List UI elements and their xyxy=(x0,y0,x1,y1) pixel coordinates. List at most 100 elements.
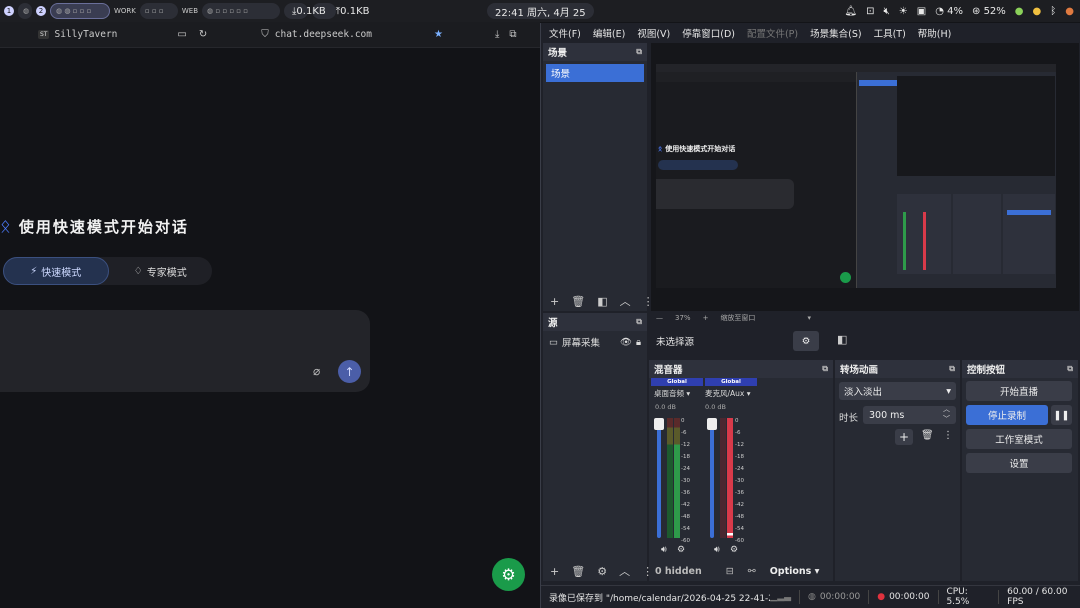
menu-help[interactable]: 帮助(H) xyxy=(918,26,952,40)
add-icon[interactable]: + xyxy=(550,565,559,578)
send-button[interactable]: ↑ xyxy=(338,360,361,383)
menu-edit[interactable]: 编辑(E) xyxy=(593,26,625,40)
dock-icon[interactable]: ⧉ xyxy=(949,364,955,374)
network-speed: ⤓0.1KB ⤒0.1KB xyxy=(292,0,370,22)
extension-icon[interactable]: ⧉ xyxy=(509,29,516,40)
trash-icon[interactable]: 🗑︎ xyxy=(921,430,934,441)
zoom-out-icon[interactable]: — xyxy=(656,314,663,322)
speaker-icon[interactable]: 🔊︎ xyxy=(661,545,667,555)
studio-mode-button[interactable]: 工作室模式 xyxy=(966,429,1072,449)
mixer-gear-icon[interactable]: ⚙ xyxy=(677,545,685,555)
clipboard-icon[interactable]: ▣ xyxy=(917,6,926,17)
menu-profile[interactable]: 配置文件(P) xyxy=(747,26,798,40)
eye-icon[interactable]: 👁︎ xyxy=(620,337,632,348)
chevron-down-icon: ▾ xyxy=(946,385,951,397)
volume-mute-icon[interactable]: 🔇︎ xyxy=(883,6,889,17)
scene-list-item[interactable]: 场景 xyxy=(546,64,644,82)
dock-icon[interactable]: ⧉ xyxy=(1067,364,1073,374)
volume-slider-mic[interactable] xyxy=(710,418,714,538)
reload-icon[interactable]: ↻ xyxy=(199,29,207,40)
workspace-2-button[interactable]: 2 xyxy=(36,6,46,16)
no-source-bar: 未选择源 ⚙ ◧ xyxy=(651,329,1079,353)
channel-name-button[interactable]: 麦克风/Aux ▾ xyxy=(705,388,757,399)
brightness-icon[interactable]: ☀ xyxy=(899,6,908,17)
settings-fab[interactable]: ⚙ xyxy=(492,558,525,591)
trash-icon[interactable]: 🗑︎ xyxy=(571,295,585,308)
stop-record-button[interactable]: 停止录制 xyxy=(966,405,1048,425)
source-list-item[interactable]: ▭ 屏幕采集 👁︎ 🔒︎ xyxy=(543,331,647,353)
zoom-to-window[interactable]: 缩放至窗口 xyxy=(720,313,755,323)
mixer-gear-icon[interactable]: ⚙ xyxy=(730,545,738,555)
bookmark-star-icon[interactable]: ★ xyxy=(434,29,443,40)
clock[interactable]: 22:41 周六, 4月 25 xyxy=(487,3,594,19)
pause-record-button[interactable]: ❚❚ xyxy=(1051,405,1072,425)
workspace-2-apps[interactable]: ◍ ◍ ▫ ▫ ▫ xyxy=(50,3,110,19)
shield-icon[interactable]: ⛉ xyxy=(261,29,269,40)
cast-icon[interactable]: ⊡ xyxy=(866,6,874,17)
workspace-switcher: 1 ◍ 2 ◍ ◍ ▫ ▫ ▫ WORK ▫ ▫ ▫ WEB ◍ ▫ ▫ ▫ ▫… xyxy=(4,3,337,19)
workspace-1-apps[interactable]: ◍ xyxy=(18,3,32,19)
gear-icon: ⚙ xyxy=(501,565,516,584)
more-icon[interactable]: ⋮ xyxy=(943,430,953,441)
sources-panel: 源 ⧉ ▭ 屏幕采集 👁︎ 🔒︎ + 🗑︎ ⚙ ︿ ⋮ xyxy=(543,313,653,581)
add-icon[interactable]: + xyxy=(550,295,559,308)
workspace-web-apps[interactable]: ◍ ▫ ▫ ▫ ▫ ▫ xyxy=(202,3,281,19)
chevron-up-icon[interactable]: ︿ xyxy=(619,563,630,579)
battery-status[interactable]: ⊛ 52% xyxy=(972,6,1006,17)
workspace-1-button[interactable]: 1 xyxy=(4,6,14,16)
source-filters-button[interactable]: ◧ xyxy=(837,333,847,346)
start-stream-button[interactable]: 开始直播 xyxy=(966,381,1072,401)
notification-bell-icon[interactable]: 🔔︎ xyxy=(844,6,857,17)
expert-mode-button[interactable]: ♢ 专家模式 xyxy=(109,257,213,285)
dock-icon[interactable]: ⧉ xyxy=(636,47,642,57)
slider-handle[interactable] xyxy=(654,418,664,430)
app-tray-icon-3[interactable]: ● xyxy=(1065,6,1074,17)
gear-icon[interactable]: ⚙ xyxy=(597,565,607,578)
layout-icon[interactable]: ⊟ xyxy=(726,566,734,577)
options-button[interactable]: Options ▾ xyxy=(770,566,820,577)
tab-title[interactable]: SillyTavern xyxy=(54,29,117,40)
menu-file[interactable]: 文件(F) xyxy=(549,26,581,40)
url-bar[interactable]: chat.deepseek.com xyxy=(275,29,372,40)
workspace-work-apps[interactable]: ▫ ▫ ▫ xyxy=(139,3,178,19)
workspace-tag-web[interactable]: WEB xyxy=(182,7,198,15)
record-status-icon: ● xyxy=(877,592,886,602)
dock-icon[interactable]: ⧉ xyxy=(636,317,642,327)
cpu-usage[interactable]: ◔ 4% xyxy=(935,6,963,17)
chevron-up-icon[interactable]: ︿ xyxy=(620,293,631,309)
chat-input-box[interactable] xyxy=(0,310,370,392)
volume-slider-desktop[interactable] xyxy=(657,418,661,538)
app-tray-icon-2[interactable]: ● xyxy=(1033,6,1042,17)
menu-view[interactable]: 视图(V) xyxy=(637,26,670,40)
stepper-up-icon[interactable]: ︿ xyxy=(943,404,950,414)
link-icon[interactable]: ⚯ xyxy=(748,566,756,577)
speaker-icon[interactable]: 🔊︎ xyxy=(714,545,720,555)
arrow-up-icon: ↑ xyxy=(344,364,355,379)
download-icon[interactable]: ⤓ xyxy=(495,29,499,40)
dock-icon[interactable]: ⧉ xyxy=(822,364,828,374)
chevron-down-icon[interactable]: ▾ xyxy=(807,314,811,322)
trash-icon[interactable]: 🗑︎ xyxy=(571,565,585,578)
workspace-tag-work[interactable]: WORK xyxy=(114,7,136,15)
settings-button[interactable]: 设置 xyxy=(966,453,1072,473)
lock-icon[interactable]: 🔒︎ xyxy=(636,337,641,348)
zoom-in-icon[interactable]: + xyxy=(703,314,709,322)
slider-handle[interactable] xyxy=(707,418,717,430)
stepper-down-icon[interactable]: ﹀ xyxy=(943,414,950,424)
filter-icon[interactable]: ◧ xyxy=(597,295,607,308)
bluetooth-icon[interactable]: ᛒ xyxy=(1050,6,1056,17)
source-properties-button[interactable]: ⚙ xyxy=(793,331,819,351)
mixer-header: 混音器 ⧉ xyxy=(649,360,833,378)
menu-docks[interactable]: 停靠窗口(D) xyxy=(682,26,735,40)
menu-tools[interactable]: 工具(T) xyxy=(874,26,906,40)
fast-mode-button[interactable]: ⚡ 快速模式 xyxy=(3,257,109,285)
menu-scene-collection[interactable]: 场景集合(S) xyxy=(810,26,861,40)
add-transition-button[interactable]: + xyxy=(895,429,913,445)
sidebar-toggle-icon[interactable]: ▭ xyxy=(177,29,186,40)
app-tray-icon[interactable]: ● xyxy=(1015,6,1024,17)
attach-icon[interactable]: ⌀ xyxy=(313,364,320,378)
battery-icon: ⊛ xyxy=(971,5,981,17)
channel-global-tag: Global xyxy=(651,378,703,386)
transition-select[interactable]: 淡入淡出 ▾ xyxy=(839,382,956,400)
channel-name-button[interactable]: 桌面音频 ▾ xyxy=(654,388,703,399)
